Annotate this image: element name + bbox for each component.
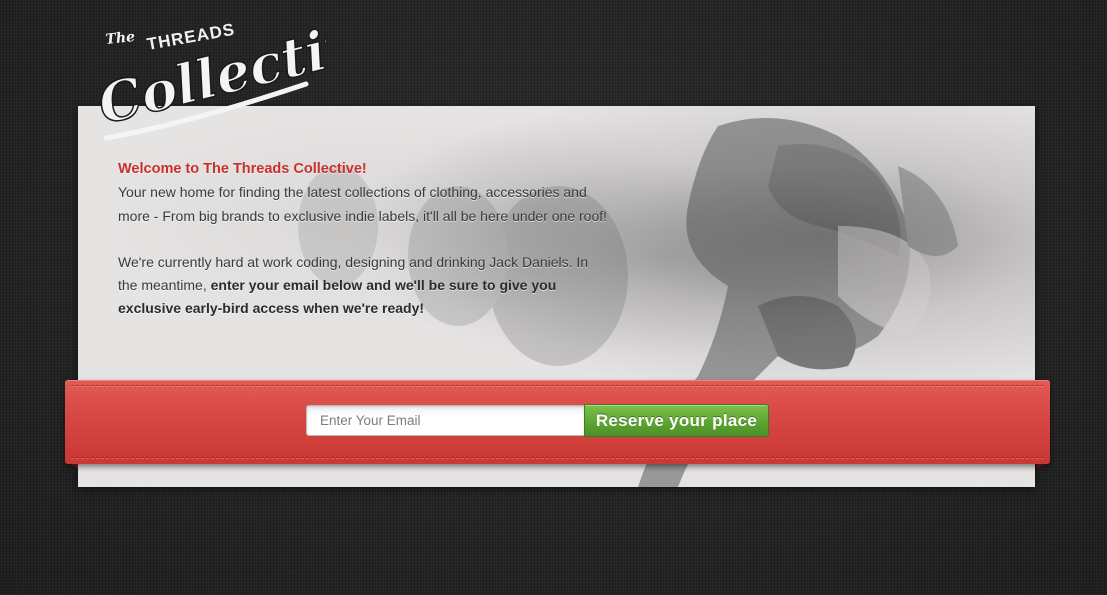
- reserve-your-place-button[interactable]: Reserve your place: [584, 404, 769, 437]
- intro-paragraph-1: Your new home for finding the latest col…: [118, 184, 608, 224]
- email-input[interactable]: [306, 405, 584, 436]
- ribbon-stitch-bottom: [71, 458, 1044, 459]
- signup-ribbon: Reserve your place: [65, 380, 1050, 464]
- welcome-heading: Welcome to The Threads Collective!: [118, 161, 367, 177]
- threads-collective-logo[interactable]: The THREADS Collective: [96, 6, 326, 156]
- signup-form: Reserve your place: [306, 404, 769, 437]
- intro-paragraph-2: We're currently hard at work coding, des…: [118, 251, 608, 321]
- ribbon-stitch-top: [71, 386, 1044, 387]
- logo-the-text: The: [105, 29, 136, 48]
- logo-mark: The THREADS Collective: [96, 6, 326, 141]
- intro-text: Welcome to The Threads Collective! Your …: [118, 158, 608, 321]
